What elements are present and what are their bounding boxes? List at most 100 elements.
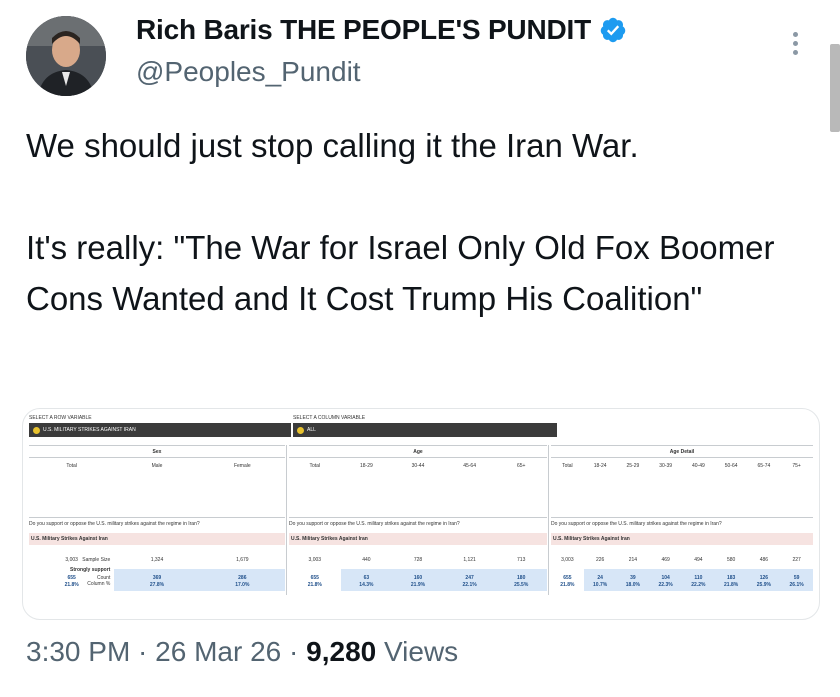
meta-separator: ·: [281, 636, 307, 667]
tweet-meta: 3:30 PM · 26 Mar 26 · 9,280 Views: [26, 636, 458, 668]
views-count: 9,280: [306, 636, 377, 667]
count-cell: 126: [759, 575, 769, 581]
percent-cell: 18.0%: [625, 582, 640, 588]
panel-rule: [289, 445, 547, 446]
column-header: Total: [562, 463, 573, 469]
col-selector-label: SELECT A COLUMN VARIABLE: [293, 415, 366, 421]
percent-cell: 26.1%: [789, 582, 804, 588]
panel-rule: [289, 457, 547, 458]
count-cell: 59: [793, 575, 800, 581]
sample-size-cell: 1,324: [150, 557, 164, 563]
panel-rule: [29, 457, 285, 458]
tweet-time[interactable]: 3:30 PM: [26, 636, 130, 667]
percent-cell: 21.9%: [410, 582, 426, 588]
row-selector-value: U.S. MILITARY STRIKES AGAINST IRAN: [43, 427, 136, 433]
column-header: 18-29: [359, 463, 373, 469]
avatar[interactable]: [26, 16, 106, 96]
percent-cell: 22.3%: [658, 582, 673, 588]
column-header: Female: [233, 463, 251, 469]
question-text: Do you support or oppose the U.S. milita…: [29, 521, 200, 527]
views-label: Views: [376, 636, 459, 667]
column-header: 65+: [516, 463, 526, 469]
sample-size-cell: 3,003: [308, 557, 322, 563]
column-header: 65-74: [757, 463, 771, 469]
column-header: 30-39: [659, 463, 673, 469]
more-vertical-icon[interactable]: [788, 28, 802, 68]
panel-rule: [551, 517, 813, 518]
sample-size-cell: 226: [595, 557, 605, 563]
percent-cell: 25.9%: [756, 582, 771, 588]
count-cell: 655: [563, 575, 572, 581]
sample-size-cell: 469: [661, 557, 670, 563]
panel-divider: [286, 445, 287, 595]
count-cell: 110: [694, 575, 703, 581]
panel-rule: [29, 445, 285, 446]
percent-cell: 21.8%: [64, 582, 79, 588]
count-cell: 63: [363, 575, 370, 581]
count-cell: 104: [661, 575, 670, 581]
count-cell: 655: [67, 575, 76, 581]
selector-icon: [297, 426, 304, 434]
tweet-date[interactable]: 26 Mar 26: [155, 636, 281, 667]
col-selector[interactable]: ALL: [293, 423, 557, 437]
column-header: 18-24: [593, 463, 607, 469]
author-name-row: Rich Baris THE PEOPLE'S PUNDIT: [136, 14, 627, 46]
col-selector-value: ALL: [307, 427, 316, 433]
sample-size-cell: 713: [517, 557, 526, 563]
sample-size-cell: 580: [726, 557, 736, 563]
row-selector-label: SELECT A ROW VARIABLE: [29, 415, 92, 421]
selector-icon: [33, 426, 40, 434]
column-header: 30-44: [411, 463, 425, 469]
sample-size-cell: 1,679: [236, 557, 249, 563]
percent-cell: 27.8%: [149, 582, 165, 588]
column-header: Male: [151, 463, 163, 469]
column-header: Total: [66, 463, 77, 469]
percent-cell: 14.3%: [359, 582, 374, 588]
tweet-media-crosstab[interactable]: SELECT A ROW VARIABLE U.S. MILITARY STRI…: [22, 408, 820, 620]
question-text: Do you support or oppose the U.S. milita…: [289, 521, 460, 527]
count-cell: 655: [310, 575, 319, 581]
subheader-text: U.S. Military Strikes Against Iran: [31, 536, 108, 542]
sample-size-cell: 214: [628, 557, 638, 563]
column-header: 45-64: [463, 463, 476, 469]
count-cell: 369: [152, 575, 162, 581]
count-cell: 183: [726, 575, 736, 581]
panel-rule: [551, 457, 813, 458]
sample-size-cell: 494: [694, 557, 703, 563]
column-header: Total: [309, 463, 321, 469]
panel-rule: [289, 517, 547, 518]
sample-size-cell: 728: [413, 557, 423, 563]
panel-divider: [548, 445, 549, 595]
tweet-text: We should just stop calling it the Iran …: [26, 127, 775, 317]
count-cell: 180: [517, 575, 526, 581]
panel-rule: [551, 445, 813, 446]
subheader-text: U.S. Military Strikes Against Iran: [553, 536, 630, 542]
sample-size-cell: 1,121: [463, 557, 476, 563]
meta-separator: ·: [130, 636, 156, 667]
group-title: Sex: [152, 449, 162, 455]
percent-cell: 25.5%: [514, 582, 529, 588]
author-handle[interactable]: @Peoples_Pundit: [136, 56, 361, 88]
sample-size-cell: 227: [792, 557, 801, 563]
scrollbar[interactable]: [830, 44, 840, 132]
count-cell: 286: [238, 575, 247, 581]
percent-cell: 21.8%: [560, 582, 575, 588]
avatar-photo: [26, 16, 106, 96]
sample-size-cell: 486: [759, 557, 769, 563]
percent-cell: 21.8%: [307, 582, 322, 588]
group-title: Age Detail: [669, 449, 695, 455]
row-selector[interactable]: U.S. MILITARY STRIKES AGAINST IRAN: [29, 423, 291, 437]
panel-rule: [29, 517, 285, 518]
percent-cell: 17.0%: [235, 582, 250, 588]
author-display-name[interactable]: Rich Baris THE PEOPLE'S PUNDIT: [136, 14, 591, 46]
sample-size-cell: 440: [362, 557, 371, 563]
sample-size-cell: 3,003: [561, 557, 574, 563]
verified-badge-icon: [600, 17, 626, 43]
count-cell: 247: [465, 575, 474, 581]
column-header: 75+: [792, 463, 801, 469]
count-cell: 160: [413, 575, 423, 581]
percent-cell: 22.2%: [691, 582, 706, 588]
percent-cell: 22.1%: [462, 582, 477, 588]
column-header: 40-49: [691, 463, 705, 469]
sample-size-cell: 3,003: [65, 557, 78, 563]
